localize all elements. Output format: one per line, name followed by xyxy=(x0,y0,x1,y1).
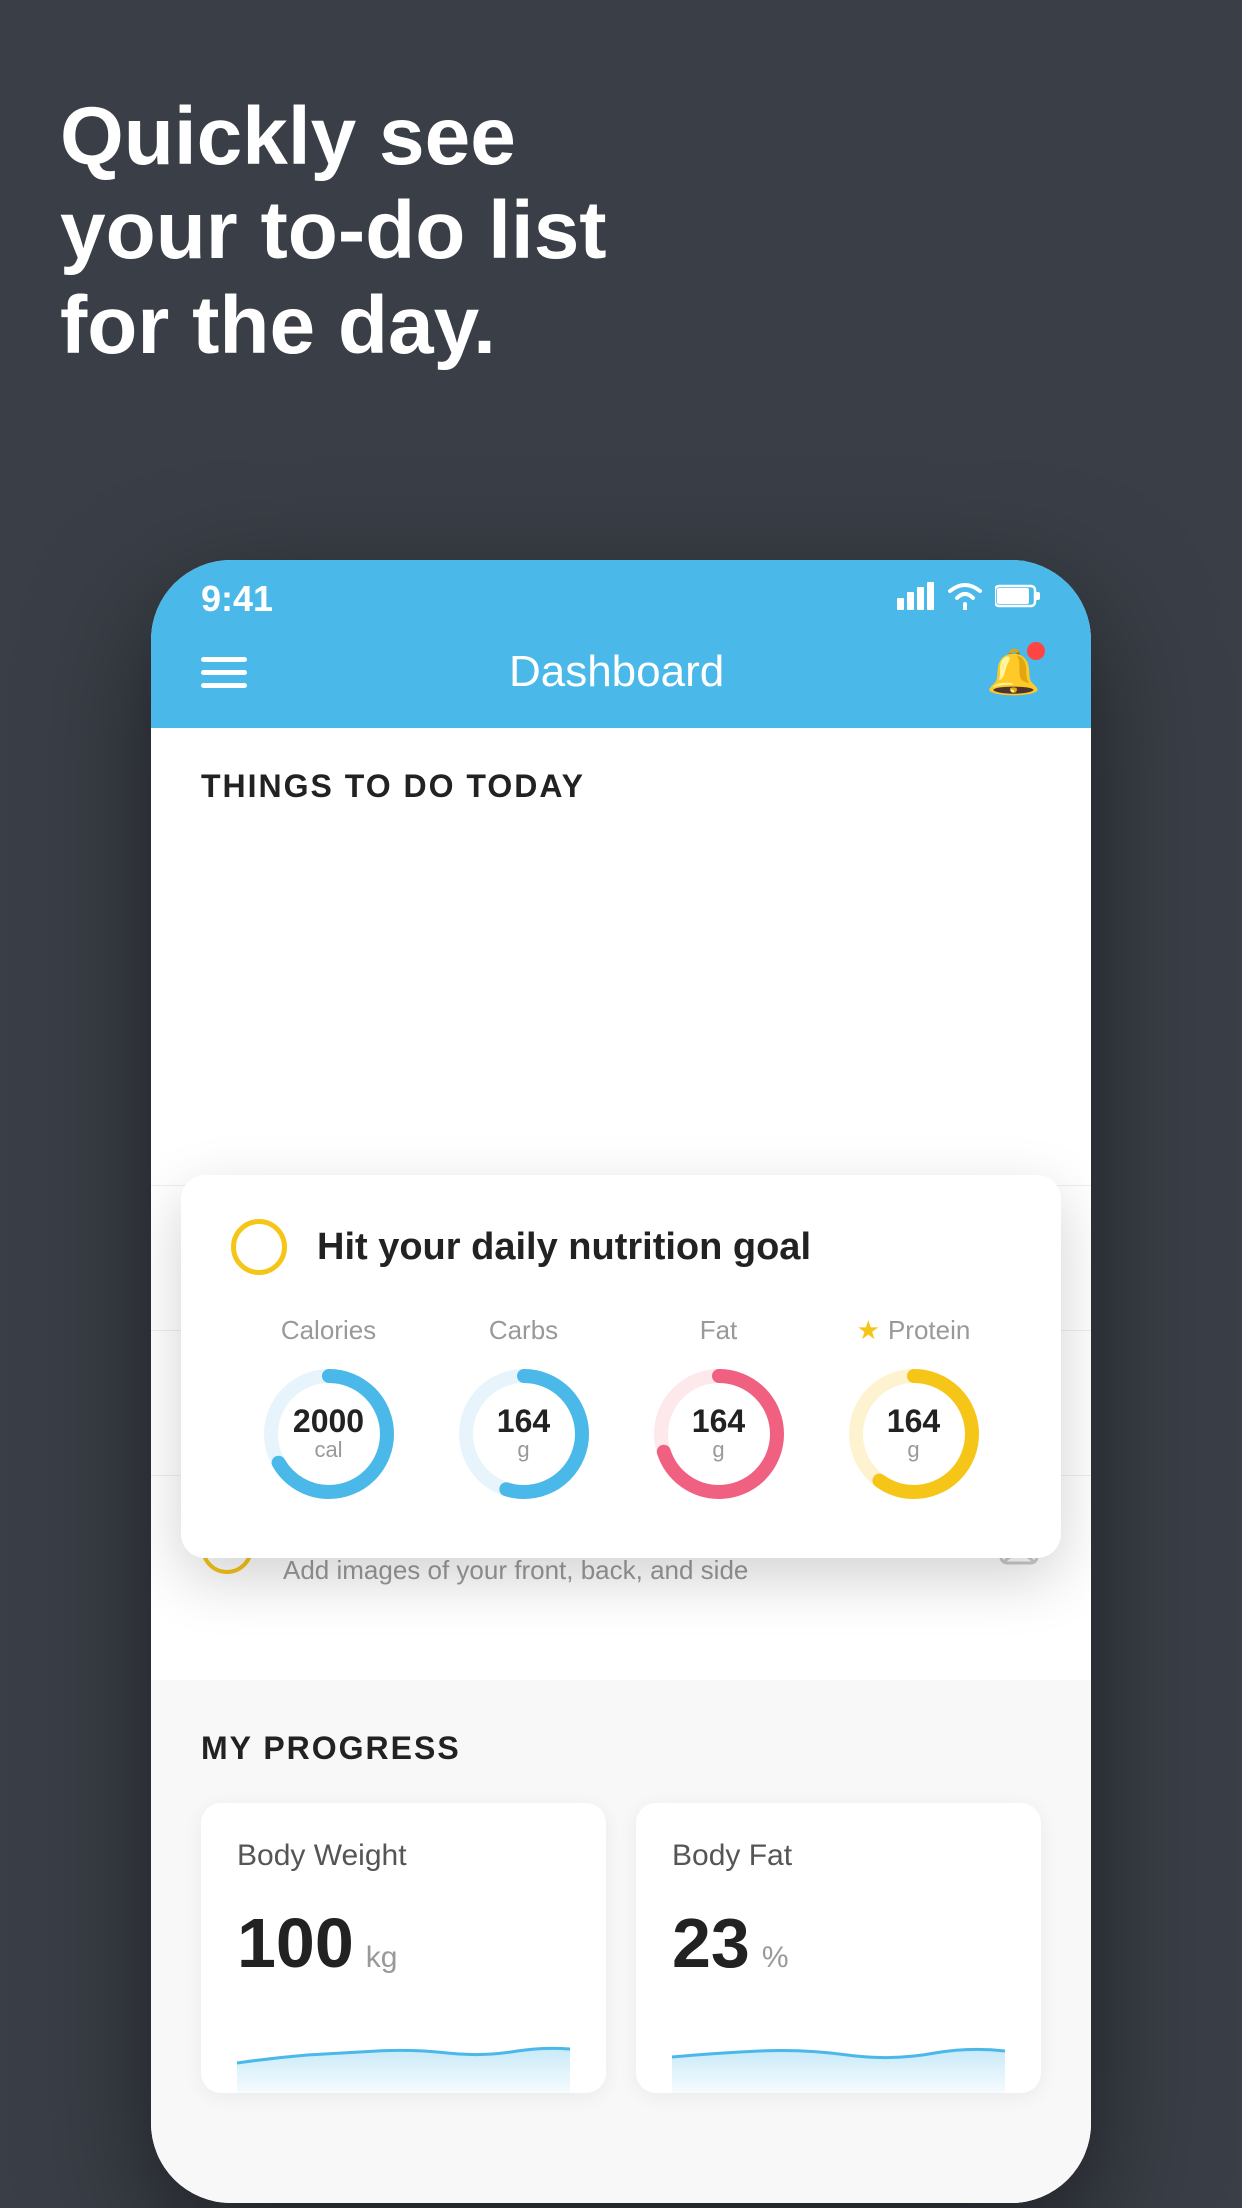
fat-label: Fat xyxy=(700,1315,738,1346)
notification-bell-button[interactable]: 🔔 xyxy=(986,646,1041,698)
hero-headline: Quickly see your to-do list for the day. xyxy=(60,90,607,373)
star-icon: ★ xyxy=(857,1315,880,1346)
progress-section: MY PROGRESS Body Weight 100 kg xyxy=(151,1680,1091,2143)
calories-donut: 2000 cal xyxy=(255,1360,403,1508)
phone-frame: 9:41 xyxy=(151,560,1091,2203)
status-bar: 9:41 xyxy=(151,560,1091,630)
fat-donut: 164 g xyxy=(645,1360,793,1508)
status-time: 9:41 xyxy=(201,578,273,620)
nutrition-circles: Calories 2000 cal xyxy=(231,1315,1011,1508)
carbs-label: Carbs xyxy=(489,1315,558,1346)
progress-header: MY PROGRESS xyxy=(201,1730,1041,1767)
carbs-donut: 164 g xyxy=(450,1360,598,1508)
body-fat-unit: % xyxy=(762,1941,789,1975)
carbs-item: Carbs 164 g xyxy=(450,1315,598,1508)
body-weight-unit: kg xyxy=(366,1941,398,1975)
body-weight-value-row: 100 kg xyxy=(237,1903,570,1983)
todo-subtitle-photos: Add images of your front, back, and side xyxy=(283,1555,967,1586)
card-title-row: Hit your daily nutrition goal xyxy=(231,1219,1011,1275)
body-weight-title: Body Weight xyxy=(237,1839,570,1873)
carbs-value: 164 xyxy=(497,1405,550,1437)
nav-bar: Dashboard 🔔 xyxy=(151,630,1091,728)
calories-label: Calories xyxy=(281,1315,376,1346)
body-fat-value: 23 xyxy=(672,1903,750,1983)
bottom-spacer xyxy=(151,2143,1091,2203)
fat-unit: g xyxy=(692,1437,745,1463)
fat-value: 164 xyxy=(692,1405,745,1437)
body-weight-card: Body Weight 100 kg xyxy=(201,1803,606,2093)
body-weight-chart xyxy=(237,2013,570,2093)
protein-unit: g xyxy=(887,1437,940,1463)
body-fat-card: Body Fat 23 % xyxy=(636,1803,1041,2093)
wifi-icon xyxy=(947,582,983,617)
protein-value: 164 xyxy=(887,1405,940,1437)
protein-item: ★Protein 164 g xyxy=(840,1315,988,1508)
calories-value: 2000 xyxy=(293,1405,364,1437)
app-content: THINGS TO DO TODAY Hit your daily nutrit… xyxy=(151,728,1091,2203)
body-weight-value: 100 xyxy=(237,1903,354,1983)
things-to-do-header: THINGS TO DO TODAY xyxy=(151,728,1091,825)
protein-donut: 164 g xyxy=(840,1360,988,1508)
battery-icon xyxy=(995,583,1041,616)
body-fat-chart xyxy=(672,2013,1005,2093)
nav-title: Dashboard xyxy=(509,647,724,697)
carbs-unit: g xyxy=(497,1437,550,1463)
menu-button[interactable] xyxy=(201,657,247,688)
calories-unit: cal xyxy=(293,1437,364,1463)
calories-item: Calories 2000 cal xyxy=(255,1315,403,1508)
nutrition-card: Hit your daily nutrition goal Calories 2 xyxy=(181,1175,1061,1558)
signal-icon xyxy=(897,582,935,617)
status-icons xyxy=(897,582,1041,617)
protein-label: ★Protein xyxy=(857,1315,971,1346)
notification-dot xyxy=(1027,642,1045,660)
fat-item: Fat 164 g xyxy=(645,1315,793,1508)
progress-cards: Body Weight 100 kg xyxy=(201,1803,1041,2093)
body-fat-title: Body Fat xyxy=(672,1839,1005,1873)
nutrition-card-title: Hit your daily nutrition goal xyxy=(317,1226,811,1269)
task-circle-nutrition[interactable] xyxy=(231,1219,287,1275)
body-fat-value-row: 23 % xyxy=(672,1903,1005,1983)
